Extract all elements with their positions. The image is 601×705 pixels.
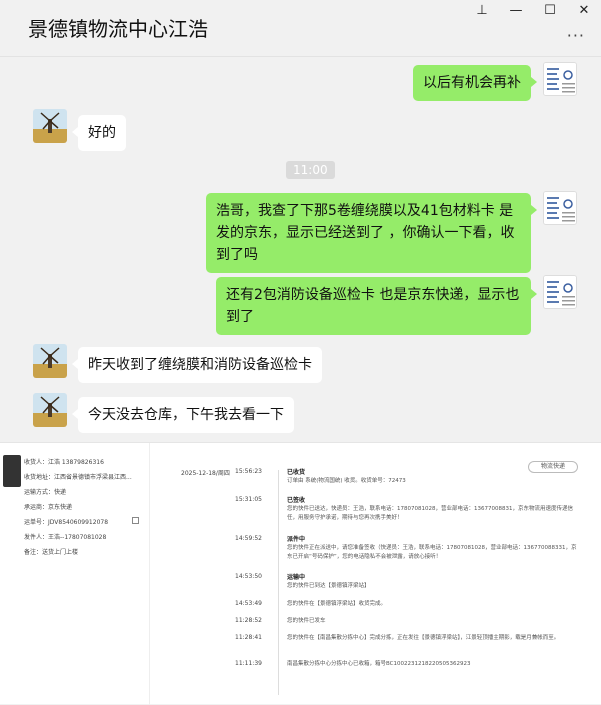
phone-icon (3, 455, 21, 487)
event-time: 15:31:05 (235, 496, 262, 503)
windmill-avatar-icon (33, 393, 67, 427)
windmill-avatar-icon (33, 109, 67, 143)
my-avatar[interactable] (543, 62, 577, 96)
event-desc: 您的快件在【景德镇浮梁站】收货完成。 (287, 601, 387, 607)
timeline-line (278, 470, 279, 695)
info-line: 运输方式：快递 (24, 489, 67, 496)
message-bubble[interactable]: 浩哥，我查了下那5卷缠绕膜以及41包材料卡 是发的京东，显示已经送到了 ，你确认… (206, 193, 537, 273)
pin-icon[interactable]: ⊥ (465, 0, 499, 20)
event-status: 已收货 (287, 469, 306, 476)
tracking-timeline: 2025-12-18/周四 物流快递 15:56:23 已收货 订单由 系统(物… (150, 443, 601, 705)
message-bubble[interactable]: 今天没去仓库，下午我去看一下 (72, 397, 294, 433)
contact-avatar[interactable] (33, 109, 67, 143)
event-desc: 订单由 系统(物流国统) 收货。收货单号：72473 (287, 478, 406, 484)
event-time: 11:11:39 (235, 660, 262, 667)
maximize-icon[interactable]: ☐ (533, 0, 567, 20)
doc-thumbnail-icon (544, 63, 576, 95)
message-bubble[interactable]: 以后有机会再补 (413, 65, 537, 101)
message-bubble[interactable]: 昨天收到了缠绕膜和消防设备巡检卡 (72, 347, 322, 383)
event-desc: 您的快件已发车 (287, 618, 326, 624)
close-icon[interactable]: ✕ (567, 0, 601, 20)
my-avatar[interactable] (543, 275, 577, 309)
copy-icon[interactable] (132, 517, 139, 524)
info-line: 运单号：JDV8540609912078 (24, 519, 109, 526)
tracking-date: 2025-12-18/周四 (181, 470, 230, 477)
info-line: 收货地址：江西省景德镇市浮梁县江西... (24, 474, 132, 481)
message-bubble[interactable]: 好的 (72, 115, 126, 151)
event-desc: 您的快件在【南昌集散分拣中心】完成分拣，正在发往【景德镇浮梁站】，江景轻顶播主期… (287, 635, 560, 641)
shipment-info-panel: 收货人：江浩 13879826316 收货地址：江西省景德镇市浮梁县江西... … (0, 443, 150, 705)
event-time: 11:28:52 (235, 617, 262, 624)
info-line: 承运商：京东快递 (24, 504, 73, 511)
doc-thumbnail-icon (544, 192, 576, 224)
contact-avatar[interactable] (33, 393, 67, 427)
event-desc: 您的快件已到达【景德镇浮梁站】 (287, 583, 370, 589)
windmill-avatar-icon (33, 344, 67, 378)
event-desc: 您的快件正在派送中，请您准备签收（快递员：王浩，联系电话：17807081028… (287, 545, 577, 560)
event-time: 14:59:52 (235, 535, 262, 542)
info-line: 发件人：王浩--17807081028 (24, 534, 107, 541)
track-button[interactable]: 物流快递 (528, 461, 578, 473)
timestamp: 11:00 (286, 161, 335, 179)
doc-thumbnail-icon (544, 276, 576, 308)
info-line: 备注：送货上门上楼 (24, 549, 79, 556)
contact-avatar[interactable] (33, 344, 67, 378)
event-status: 已签收 (287, 497, 306, 504)
more-icon[interactable]: ··· (567, 26, 585, 45)
window-controls: ⊥ — ☐ ✕ (465, 0, 601, 20)
my-avatar[interactable] (543, 191, 577, 225)
event-time: 15:56:23 (235, 468, 262, 475)
event-desc: 南昌集散分拣中心分拣中心已收箱，箱号BC10022312182205053629… (287, 661, 471, 667)
event-desc: 您的快件已送达，快递员：王浩，联系电话：17807081028，营业部电话：13… (287, 506, 573, 521)
chat-title: 景德镇物流中心江浩 (28, 17, 208, 41)
chat-window: 景德镇物流中心江浩 ⊥ — ☐ ✕ ··· 以后有机会再补 好的 11:00 浩… (0, 0, 601, 705)
message-list[interactable]: 以后有机会再补 好的 11:00 浩哥，我查了下那5卷缠绕膜以及41包材料卡 是… (0, 57, 601, 442)
minimize-icon[interactable]: — (499, 0, 533, 20)
info-line: 收货人：江浩 13879826316 (24, 459, 104, 466)
event-time: 11:28:41 (235, 634, 262, 641)
shipment-screenshot[interactable]: 收货人：江浩 13879826316 收货地址：江西省景德镇市浮梁县江西... … (0, 442, 601, 705)
event-time: 14:53:50 (235, 573, 262, 580)
title-bar: 景德镇物流中心江浩 ⊥ — ☐ ✕ ··· (0, 0, 601, 54)
event-status: 运输中 (287, 574, 306, 581)
event-status: 派件中 (287, 536, 306, 543)
message-bubble[interactable]: 还有2包消防设备巡检卡 也是京东快递，显示也到了 (216, 277, 537, 335)
event-time: 14:53:49 (235, 600, 262, 607)
